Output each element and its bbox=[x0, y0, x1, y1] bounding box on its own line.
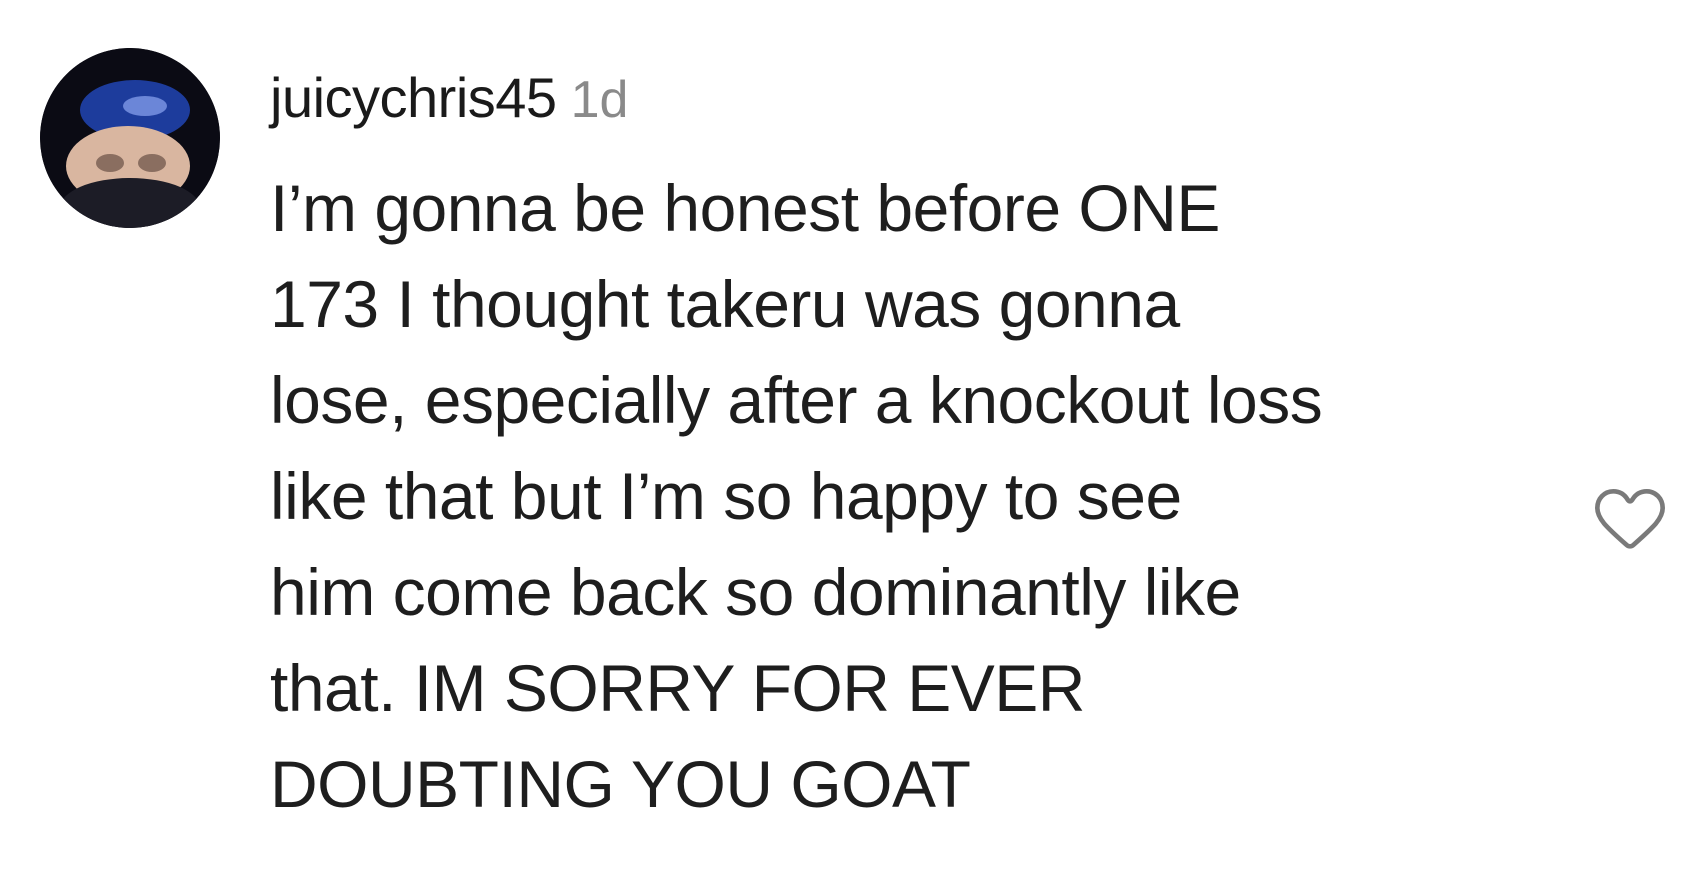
avatar-image bbox=[40, 48, 220, 228]
username-link[interactable]: juicychris45 bbox=[270, 66, 557, 129]
avatar[interactable] bbox=[40, 48, 220, 228]
comment-text-line: DOUBTING YOU GOAT bbox=[270, 747, 971, 821]
comment-text-line: I’m gonna be honest before ONE bbox=[270, 171, 1220, 245]
comment-text-line: like that but I’m so happy to see bbox=[270, 459, 1182, 533]
comment-item: juicychris45 1d I’m gonna be honest befor… bbox=[0, 0, 1700, 895]
comment-text-line: him come back so dominantly like bbox=[270, 555, 1241, 629]
comment-text-line: that. IM SORRY FOR EVER bbox=[270, 651, 1085, 725]
timestamp: 1d bbox=[570, 71, 629, 129]
comment-header: juicychris45 1d bbox=[270, 58, 628, 138]
comment-text-line: lose, especially after a knockout loss bbox=[270, 363, 1323, 437]
comment-text: I’m gonna be honest before ONE 173 I tho… bbox=[270, 160, 1570, 832]
like-button[interactable] bbox=[1590, 478, 1670, 558]
heart-outline-icon bbox=[1595, 489, 1665, 549]
comment-text-line: 173 I thought takeru was gonna bbox=[270, 267, 1180, 341]
